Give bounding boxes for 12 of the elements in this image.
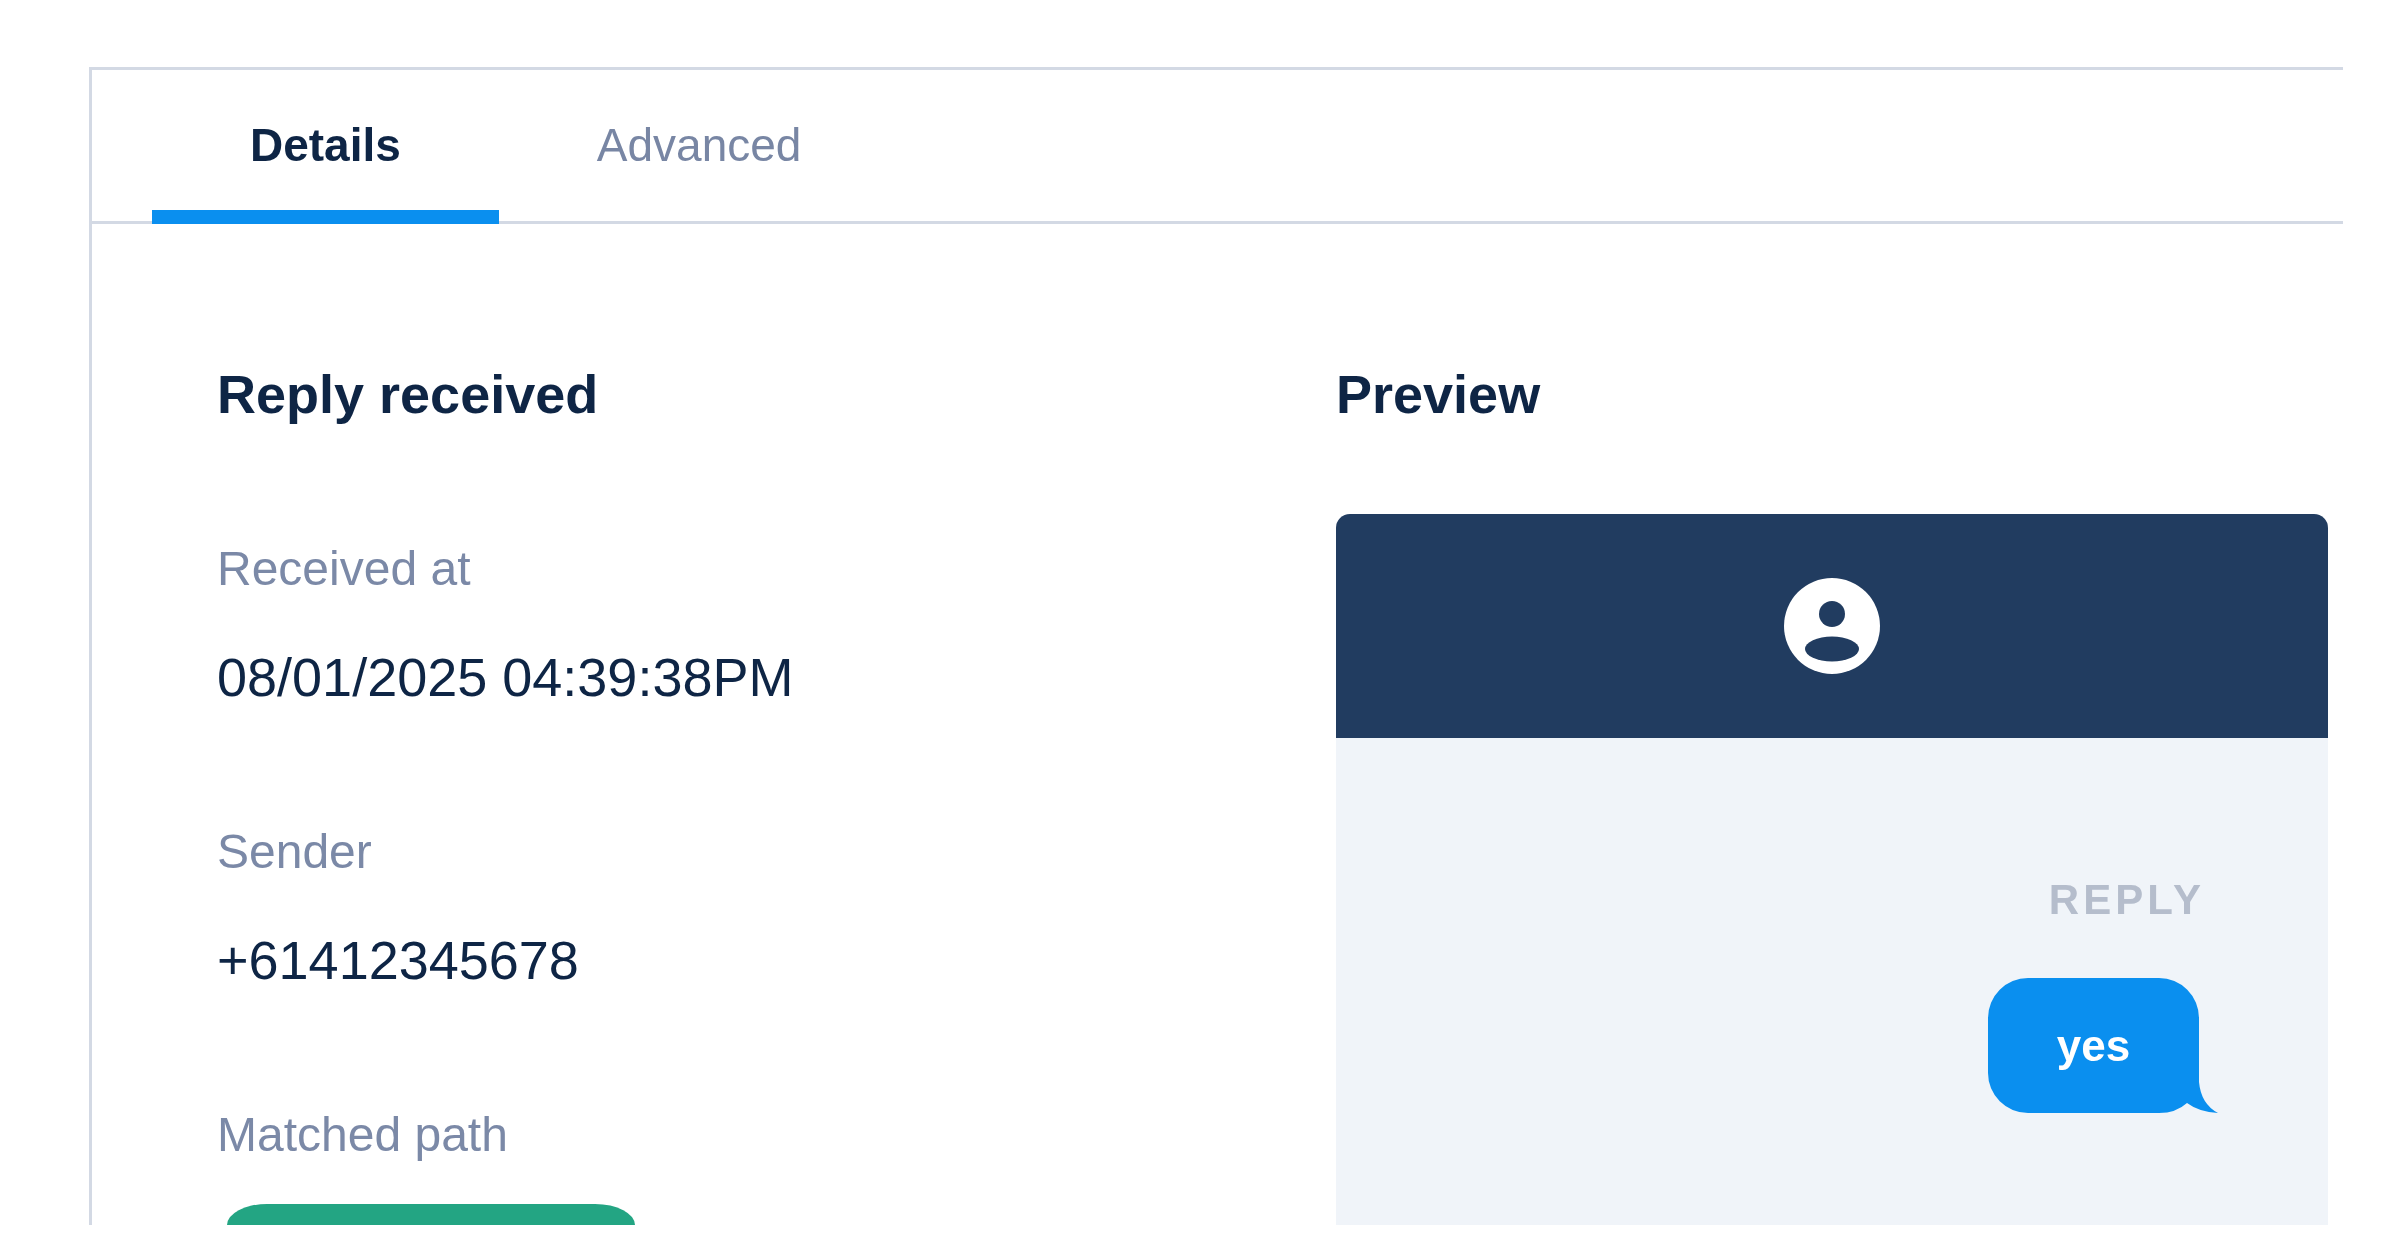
- section-title: Reply received: [217, 363, 600, 426]
- field-label: Matched path: [217, 1107, 509, 1163]
- section-title: Preview: [1336, 363, 1542, 426]
- field-value: 08/01/2025 04:39:38PM: [217, 646, 795, 709]
- field-label: Sender: [217, 824, 373, 880]
- tab[interactable]: Advanced: [498, 70, 900, 224]
- message-bubble: yes: [1988, 978, 2218, 1113]
- field-label: Received at: [217, 541, 472, 597]
- message-direction-label: REPLY: [2048, 875, 2205, 925]
- field-value: +61412345678: [217, 929, 580, 992]
- avatar-icon: [1784, 578, 1880, 674]
- tab[interactable]: Details: [152, 70, 499, 224]
